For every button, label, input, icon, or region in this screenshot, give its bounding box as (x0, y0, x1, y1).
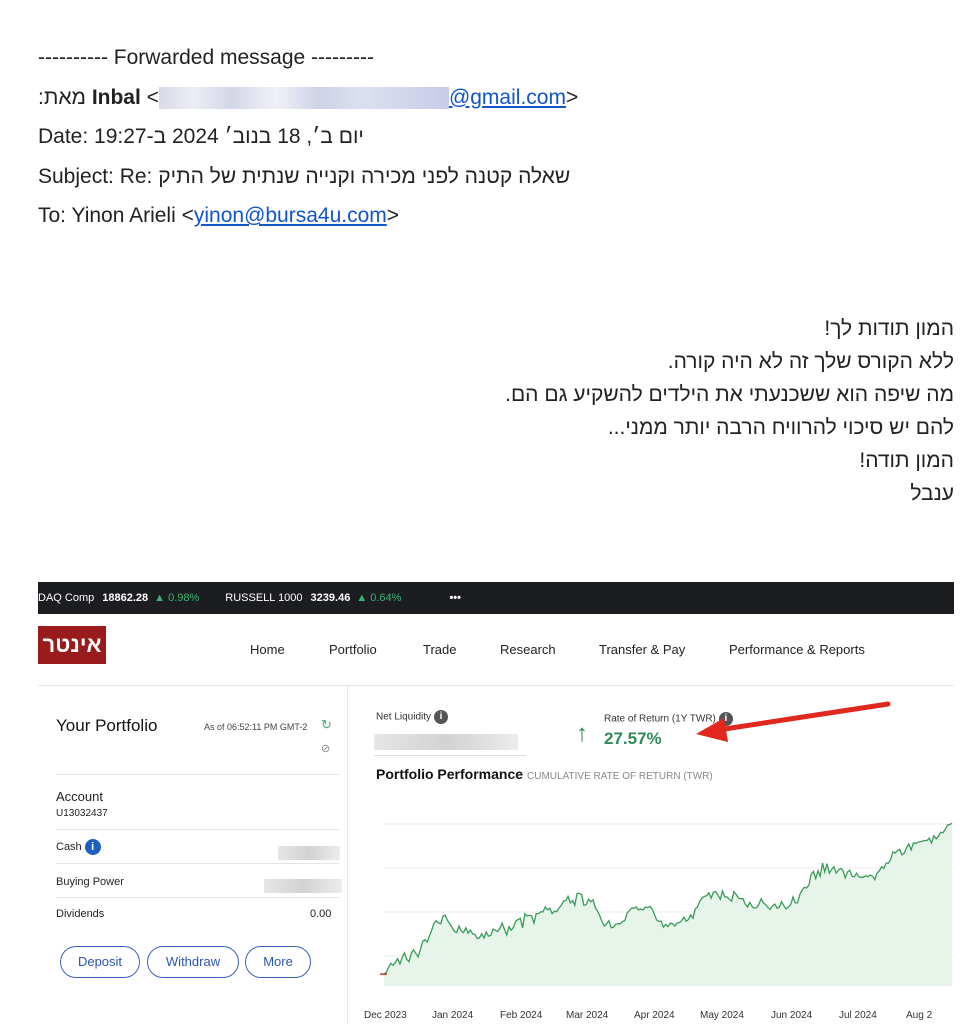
more-button[interactable]: More (245, 946, 311, 978)
redacted-cash-value (278, 846, 340, 860)
from-open: < (146, 85, 159, 109)
chart-x-tick-label: Feb 2024 (500, 1010, 543, 1021)
chart-x-tick-label: Aug 2 (906, 1010, 933, 1021)
divider (56, 863, 339, 864)
chart-x-tick-label: Dec 2023 (364, 1010, 407, 1021)
message-line: המון תודה! (859, 449, 954, 472)
performance-title: Portfolio Performance (376, 766, 524, 782)
ticker-change-nasdaq: ▲ 0.98% (154, 592, 200, 604)
ticker-value-russell: 3239.46 (310, 592, 351, 604)
embedded-screenshot: DAQ Comp 18862.28 ▲ 0.98% RUSSELL 1000 3… (38, 582, 954, 1023)
portfolio-panel: Your Portfolio As of 06:52:11 PM GMT-2 ↻… (38, 686, 347, 1023)
to-prefix: To: Yinon Arieli < (38, 204, 194, 227)
arrow-shaft (715, 701, 891, 733)
subject-line: Subject: Re: שאלה קטנה לפני מכירה וקנייה… (38, 164, 571, 188)
chart-x-tick-label: Jan 2024 (432, 1010, 474, 1021)
net-liquidity-row: Net Liquidity i (376, 710, 449, 724)
ticker-value-nasdaq: 18862.28 (102, 592, 149, 604)
message-line: ללא הקורס שלך זה לא היה קורה. (667, 350, 954, 373)
message-line: מה שיפה הוא ששכנעתי את הילדים להשקיע גם … (505, 383, 954, 406)
nav-performance-reports[interactable]: Performance & Reports (729, 642, 865, 657)
from-name: Inbal (91, 85, 141, 109)
ticker-name-russell: RUSSELL 1000 (225, 592, 303, 604)
dividends-label: Dividends (56, 908, 105, 920)
deposit-button[interactable]: Deposit (60, 946, 140, 978)
redacted-buying-power (264, 879, 342, 893)
chart-x-tick-label: Jun 2024 (771, 1010, 813, 1021)
chart-x-tick-label: Jul 2024 (839, 1010, 877, 1021)
from-line: :מאת Inbal < @gmail.com> (38, 78, 578, 118)
portfolio-title: Your Portfolio (56, 716, 158, 735)
divider (374, 755, 526, 756)
cash-row: Cash i (56, 839, 101, 855)
ticker-name-nasdaq: DAQ Comp (38, 592, 95, 604)
hide-values-icon[interactable]: ⊘ (321, 742, 330, 755)
withdraw-button[interactable]: Withdraw (147, 946, 239, 978)
date-line: Date: יום ב׳, 18 בנוב׳ 2024 ב-19:27 (38, 125, 364, 148)
annotation-arrow (696, 701, 891, 742)
nav-portfolio[interactable]: Portfolio (329, 642, 377, 657)
nav-trade[interactable]: Trade (423, 642, 456, 657)
message-line: המון תודות לך! (824, 317, 954, 340)
forwarded-separator: ---------- Forwarded message --------- (38, 46, 374, 69)
nav-transfer-pay[interactable]: Transfer & Pay (599, 642, 685, 657)
refresh-icon[interactable]: ↻ (321, 717, 332, 733)
chart-x-tick-label: May 2024 (700, 1010, 744, 1021)
redacted-email-user (158, 86, 449, 109)
market-ticker: DAQ Comp 18862.28 ▲ 0.98% RUSSELL 1000 3… (38, 582, 954, 614)
net-liquidity-label: Net Liquidity (376, 711, 432, 723)
chart-x-tick-label: Mar 2024 (566, 1010, 609, 1021)
divider (56, 774, 339, 775)
account-label: Account (56, 789, 103, 804)
ror-value: 27.57% (604, 729, 662, 748)
cash-label: Cash (56, 840, 82, 853)
message-line: להם יש סיכוי להרוויח הרבה יותר ממני... (607, 416, 954, 439)
divider (56, 829, 339, 830)
divider (56, 897, 339, 898)
performance-chart[interactable]: Dec 2023 Jan 2024 Feb 2024 Mar 2024 Apr 2024… (364, 796, 954, 1023)
as-of-timestamp: As of 06:52:11 PM GMT-2 (204, 722, 308, 732)
performance-subtitle: CUMULATIVE RATE OF RETURN (TWR) (527, 771, 713, 782)
from-email-link[interactable]: @gmail.com (449, 86, 566, 109)
buying-power-label: Buying Power (56, 876, 124, 888)
info-icon[interactable]: i (84, 839, 101, 855)
message-signature: ענבל (910, 482, 954, 505)
ticker-change-russell: ▲ 0.64% (356, 592, 402, 604)
to-line: To: Yinon Arieli <yinon@bursa4u.com> (38, 196, 578, 236)
brand-logo[interactable]: אינטר (38, 626, 106, 664)
dividends-value: 0.00 (310, 908, 332, 920)
performance-panel: Net Liquidity i ↑ Rate of Return (1Y TWR)… (348, 686, 954, 1023)
arrow-head (696, 718, 728, 742)
nav-research[interactable]: Research (500, 642, 556, 657)
to-suffix: > (386, 204, 400, 227)
forwarded-header: ---------- Forwarded message --------- :… (38, 38, 578, 236)
from-label: :מאת (38, 85, 86, 109)
account-id: U13032437 (56, 808, 108, 819)
nav-home[interactable]: Home (250, 642, 285, 657)
message-body: המון תודות לך! ללא הקורס שלך זה לא היה ק… (505, 312, 954, 510)
performance-title-row: Portfolio Performance CUMULATIVE RATE OF … (376, 766, 713, 782)
to-email-link[interactable]: yinon@bursa4u.com (194, 204, 387, 227)
ticker-more-button[interactable]: ••• (449, 592, 461, 604)
info-icon[interactable]: i (434, 710, 449, 724)
chart-x-tick-label: Apr 2024 (634, 1010, 675, 1021)
redacted-net-liquidity (374, 734, 518, 750)
up-arrow-icon: ↑ (576, 720, 588, 747)
from-close: > (565, 85, 579, 109)
chart-area-fill (384, 823, 952, 986)
